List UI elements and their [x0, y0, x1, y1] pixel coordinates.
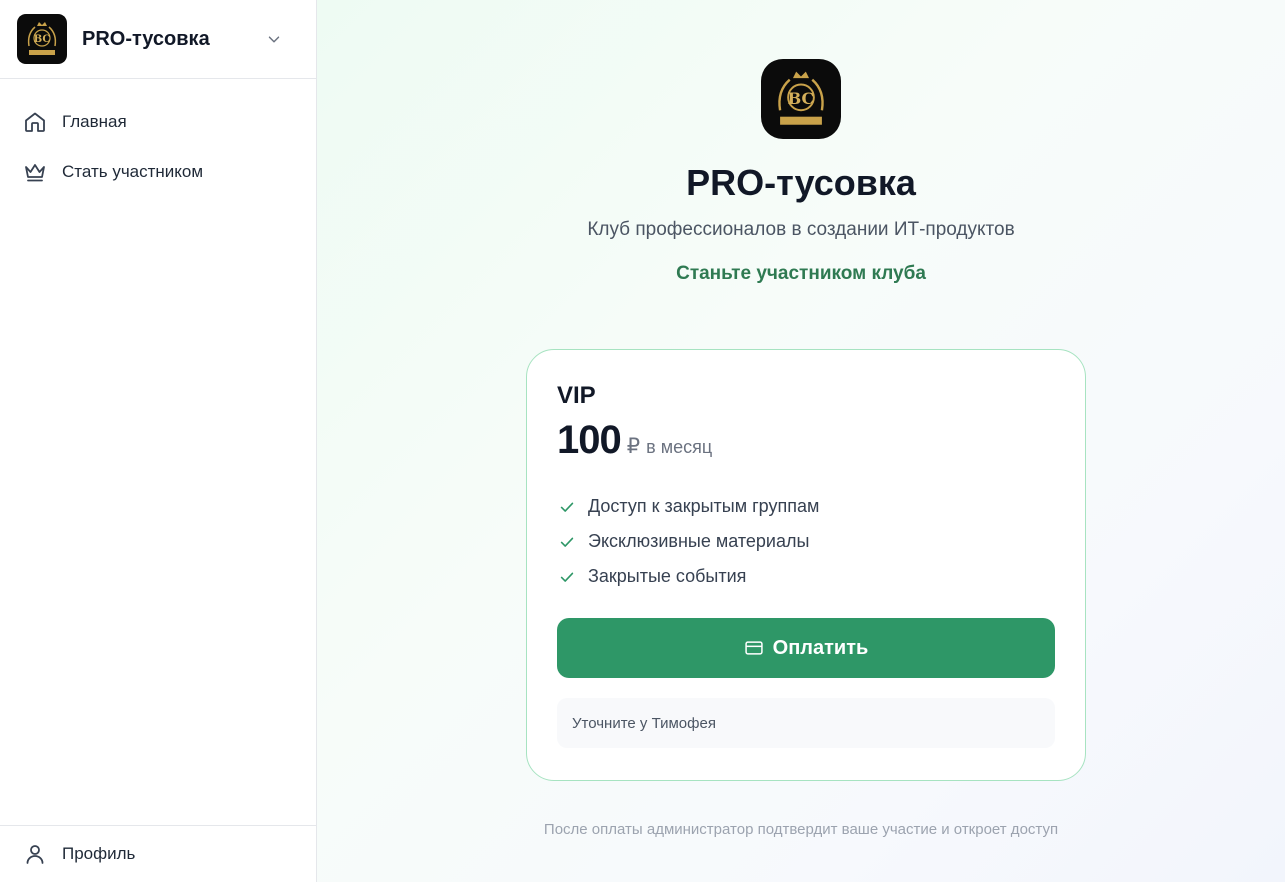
check-icon — [557, 532, 577, 552]
check-icon — [557, 497, 577, 517]
home-icon — [22, 109, 48, 135]
svg-text:BC: BC — [34, 34, 51, 45]
sidebar-nav: Главная Стать участником — [0, 79, 316, 197]
feature-label: Эксклюзивные материалы — [588, 531, 810, 551]
chevron-down-icon — [268, 36, 280, 43]
sidebar-item-become-member[interactable]: Стать участником — [0, 147, 316, 197]
plan-price-row: 100 ₽ в месяц — [557, 418, 1055, 463]
svg-text:BC: BC — [788, 89, 815, 108]
plan-currency: ₽ — [626, 435, 641, 458]
payment-disclaimer: После оплаты администратор подтвердит ва… — [543, 821, 1059, 838]
pay-button-label: Оплатить — [772, 636, 869, 659]
plan-name: VIP — [557, 382, 596, 409]
feature-item: Доступ к закрытым группам — [557, 489, 1055, 524]
membership-cta-text: Станьте участником клуба — [676, 263, 926, 284]
plan-price: 100 — [557, 418, 622, 462]
credit-card-icon — [744, 638, 764, 658]
feature-label: Закрытые события — [588, 566, 747, 586]
club-logo-large: BC — [761, 59, 841, 139]
page-title: PRO-тусовка — [686, 162, 916, 203]
feature-item: Эксклюзивные материалы — [557, 524, 1055, 559]
page-subtitle: Клуб профессионалов в создании ИТ-продук… — [587, 219, 1015, 240]
business-club-logo-icon: BC — [764, 62, 838, 136]
sidebar-item-home[interactable]: Главная — [0, 97, 316, 147]
plan-card: VIP 100 ₽ в месяц Доступ к закрытым груп… — [526, 349, 1086, 781]
club-logo: BC — [17, 14, 67, 64]
sidebar: BC PRO-тусовка Главная Стать участником … — [0, 0, 317, 882]
club-name: PRO-тусовка — [82, 27, 210, 50]
check-icon — [557, 567, 577, 587]
feature-label: Доступ к закрытым группам — [588, 496, 820, 516]
club-switcher[interactable]: BC PRO-тусовка — [0, 0, 316, 79]
plan-features: Доступ к закрытым группам Эксклюзивные м… — [557, 489, 1055, 594]
pay-button[interactable]: Оплатить — [557, 618, 1055, 678]
payment-note: Уточните у Тимофея — [557, 698, 1055, 748]
sidebar-item-label: Главная — [62, 112, 127, 131]
user-icon — [22, 841, 48, 867]
feature-item: Закрытые события — [557, 559, 1055, 594]
sidebar-item-label: Стать участником — [62, 162, 204, 181]
crown-icon — [22, 159, 48, 185]
app-root: BC PRO-тусовка Главная Стать участником … — [0, 0, 1285, 882]
plan-period: в месяц — [646, 437, 713, 457]
business-club-logo-icon: BC — [19, 16, 65, 62]
sidebar-item-label: Профиль — [62, 844, 136, 863]
sidebar-item-profile[interactable]: Профиль — [0, 825, 316, 882]
hero: BC PRO-тусовка Клуб профессионалов в соз… — [317, 59, 1285, 285]
main-content: BC PRO-тусовка Клуб профессионалов в соз… — [317, 0, 1285, 882]
